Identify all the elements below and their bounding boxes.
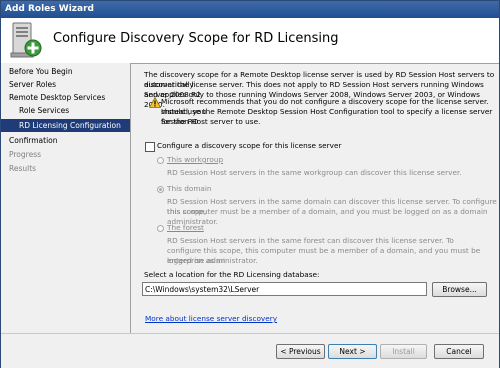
wizard-header: Configure Discovery Scope for RD Licensi…	[1, 18, 499, 64]
radio-the-forest-label[interactable]: The forest	[167, 223, 204, 233]
sidebar-item-remote-desktop-services[interactable]: Remote Desktop Services	[1, 91, 130, 104]
sidebar-item-rd-licensing-configuration[interactable]: RD Licensing Configuration	[1, 119, 130, 132]
wizard-steps-sidebar: Before You Begin Server Roles Remote Des…	[1, 63, 131, 333]
radio-this-domain[interactable]	[157, 186, 164, 193]
server-add-icon	[10, 22, 42, 58]
next-button[interactable]: Next >	[328, 344, 377, 359]
location-label: Select a location for the RD Licensing d…	[144, 270, 320, 279]
wizard-window: Add Roles Wizard Configure Discovery Sco…	[0, 0, 500, 368]
forest-description-line-1: RD Session Host servers in the same fore…	[167, 236, 454, 245]
cancel-button[interactable]: Cancel	[434, 344, 484, 359]
sidebar-item-role-services[interactable]: Role Services	[1, 104, 130, 117]
domain-description-line-2: this computer must be a member of a doma…	[167, 207, 488, 226]
radio-this-workgroup[interactable]	[157, 157, 164, 164]
sidebar-item-server-roles[interactable]: Server Roles	[1, 78, 130, 91]
more-about-discovery-link[interactable]: More about license server discovery	[145, 314, 277, 323]
discovery-scope-checkbox[interactable]	[145, 142, 155, 152]
discovery-scope-checkbox-label[interactable]: Configure a discovery scope for this lic…	[157, 141, 341, 151]
previous-button[interactable]: < Previous	[276, 344, 325, 359]
database-location-input[interactable]: C:\Windows\system32\LServer	[142, 282, 427, 296]
browse-button[interactable]: Browse...	[432, 282, 487, 297]
sidebar-item-before-you-begin[interactable]: Before You Begin	[1, 65, 130, 78]
window-title: Add Roles Wizard	[1, 1, 499, 18]
wizard-footer: < Previous Next > Install Cancel	[1, 333, 499, 368]
forest-description-line-3: enterprise administrator.	[167, 256, 258, 265]
workgroup-description: RD Session Host servers in the same work…	[167, 168, 462, 177]
radio-this-workgroup-label[interactable]: This workgroup	[167, 155, 223, 165]
warning-line-3: Session Host server to use.	[161, 117, 261, 126]
install-button[interactable]: Install	[380, 344, 427, 359]
sidebar-item-confirmation[interactable]: Confirmation	[1, 134, 130, 147]
sidebar-item-progress: Progress	[9, 150, 42, 159]
page-title: Configure Discovery Scope for RD Licensi…	[53, 31, 339, 46]
radio-this-domain-label[interactable]: This domain	[167, 184, 212, 194]
radio-the-forest[interactable]	[157, 225, 164, 232]
sidebar-item-results: Results	[9, 164, 37, 173]
warning-icon	[149, 97, 161, 108]
